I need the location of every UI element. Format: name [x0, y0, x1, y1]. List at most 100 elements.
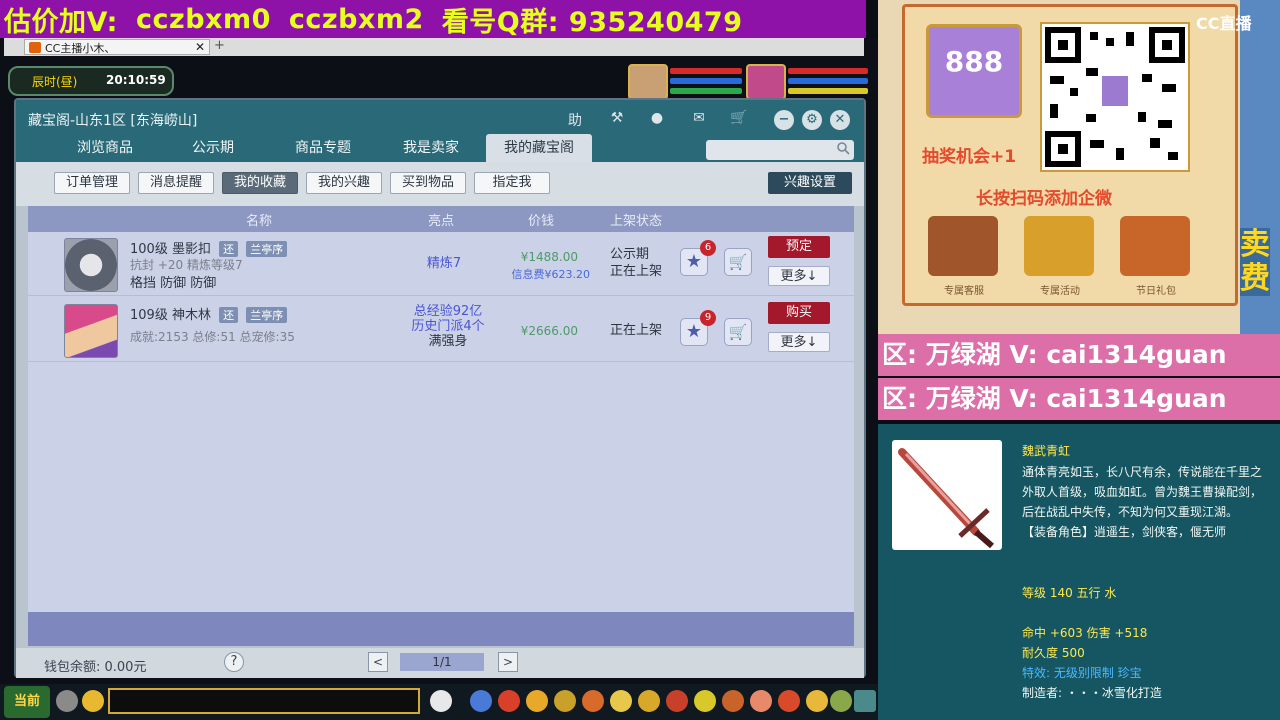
guild-icon[interactable]	[610, 690, 632, 712]
event-icon[interactable]	[1024, 216, 1094, 276]
tab-public[interactable]: 公示期	[168, 134, 258, 162]
more-button[interactable]: 更多↓	[768, 266, 830, 286]
pet-avatar[interactable]	[628, 64, 668, 100]
cart-icon[interactable]: 🛒	[724, 248, 752, 276]
item-maker: 制造者: ・・・冰雪化打造	[1022, 686, 1162, 700]
item-highlight[interactable]: 精炼7	[408, 256, 480, 271]
col-price: 价钱	[528, 214, 555, 229]
server-badge: 兰亭序	[246, 241, 288, 257]
tab-my-pavilion[interactable]: 我的藏宝阁	[486, 134, 592, 162]
channel-button[interactable]: 当前	[4, 686, 50, 718]
treasure-pavilion-window: 藏宝阁-山东1区 [东海崂山] 助 ⚒ ● ✉ 🛒 − ⚙ ✕ 浏览商品 公示期…	[14, 98, 866, 678]
anger-bar	[788, 88, 868, 94]
browser-tab-label: CC主播小木、	[45, 42, 116, 55]
qr-code[interactable]	[1040, 22, 1190, 172]
chevron-left-icon[interactable]: <	[368, 652, 388, 672]
item-stats: 成就:2153 总修:51 总宠修:35	[130, 330, 295, 344]
item-tooltip: 魏武青虹 通体青亮如玉，长八尺有余，传说能在千里之外取人首级，吸血如虹。曾为魏王…	[878, 424, 1280, 720]
favorites-table: 名称 亮点 价钱 上架状态 100级 墨影扣 还 兰亭序 抗封 +20 精炼等级…	[28, 206, 854, 646]
trade-icon[interactable]	[554, 690, 576, 712]
interest-settings-button[interactable]: 兴趣设置	[768, 172, 852, 194]
item-highlight[interactable]: 总经验92亿	[398, 304, 498, 319]
emoji-icon[interactable]	[82, 690, 104, 712]
qr-code-graphic	[1045, 27, 1185, 167]
settings-icon[interactable]	[854, 690, 876, 712]
app-icon	[29, 42, 41, 53]
close-icon[interactable]: ✕	[195, 40, 205, 54]
item-name: 100级 墨影扣	[130, 242, 211, 257]
cart-icon[interactable]: 🛒	[724, 318, 752, 346]
microphone-icon[interactable]	[56, 690, 78, 712]
character-avatar	[64, 304, 118, 358]
search-icon[interactable]	[836, 141, 850, 155]
subtab-purchased[interactable]: 买到物品	[390, 172, 466, 194]
search-input[interactable]	[706, 140, 854, 160]
sell-text: 卖费	[1240, 227, 1270, 296]
activity-icon[interactable]	[750, 690, 772, 712]
settings-button[interactable]: ⚙	[802, 110, 822, 130]
chevron-right-icon[interactable]: >	[498, 652, 518, 672]
help-icon[interactable]: ?	[224, 652, 244, 672]
quest-icon[interactable]	[638, 690, 660, 712]
service-icon[interactable]	[928, 216, 998, 276]
plus-icon[interactable]: +	[214, 38, 225, 53]
close-button[interactable]: ✕	[830, 110, 850, 130]
promo-number: 888	[944, 45, 1004, 78]
table-row[interactable]: 109级 神木林 还 兰亭序 成就:2153 总修:51 总宠修:35 总经验9…	[28, 298, 854, 362]
item-title: 魏武青虹	[1022, 444, 1071, 458]
item-attrs: 格挡 防御 防御	[130, 276, 217, 291]
pet-icon[interactable]	[430, 690, 452, 712]
party-portraits	[626, 64, 874, 102]
contact-banner: 区: 万绿湖 V: cai1314guan	[878, 378, 1280, 420]
subtab-designated[interactable]: 指定我	[474, 172, 550, 194]
hammer-icon[interactable]: ⚒	[606, 110, 628, 130]
record-icon[interactable]: ●	[646, 110, 668, 130]
more-button[interactable]: 更多↓	[768, 332, 830, 352]
item-highlight[interactable]: 历史门派4个	[398, 319, 498, 334]
tab-seller[interactable]: 我是卖家	[386, 134, 476, 162]
subtab-interests[interactable]: 我的兴趣	[306, 172, 382, 194]
item-icon[interactable]	[498, 690, 520, 712]
contact-banner: 区: 万绿湖 V: cai1314guan	[878, 334, 1280, 376]
browser-tabbar: CC主播小木、 ✕ +	[4, 38, 864, 56]
col-status: 上架状态	[610, 214, 663, 229]
item-lore: 通体青亮如玉，长八尺有余，传说能在千里之外取人首级，吸血如虹。曾为魏王曹操配剑，…	[1022, 465, 1263, 519]
item-description: 通体青亮如玉，长八尺有余，传说能在千里之外取人首级，吸血如虹。曾为魏王曹操配剑，…	[1022, 462, 1272, 542]
col-highlight: 亮点	[428, 214, 455, 229]
hp-bar	[670, 68, 742, 74]
subtab-favorites[interactable]: 我的收藏	[222, 172, 298, 194]
skills-icon[interactable]	[694, 690, 716, 712]
smile-icon[interactable]	[806, 690, 828, 712]
mail-icon[interactable]	[722, 690, 744, 712]
subtab-orders[interactable]: 订单管理	[54, 172, 130, 194]
item-name-row: 100级 墨影扣 还 兰亭序	[130, 238, 288, 257]
cart-icon[interactable]: 🛒	[728, 110, 750, 130]
promo-banner: 估价加V: cczbxm0 cczbxm2 看号Q群: 935240479	[0, 0, 866, 38]
item-name-row: 109级 神木林 还 兰亭序	[130, 304, 288, 323]
tab-topics[interactable]: 商品专题	[278, 134, 368, 162]
attack-icon[interactable]	[470, 690, 492, 712]
system-icon[interactable]	[830, 690, 852, 712]
buy-button[interactable]: 购买	[768, 302, 830, 324]
subtab-bar: 订单管理 消息提醒 我的收藏 我的兴趣 买到物品 指定我	[16, 162, 864, 206]
minimize-button[interactable]: −	[774, 110, 794, 130]
window-title: 藏宝阁-山东1区 [东海崂山]	[28, 113, 198, 129]
item-price: ¥2666.00	[520, 324, 578, 338]
browser-tab[interactable]: CC主播小木、 ✕	[24, 39, 210, 55]
exp-bar	[670, 88, 742, 94]
chat-input[interactable]	[108, 688, 420, 714]
item-status: 正在上架	[610, 323, 663, 338]
team-icon[interactable]	[582, 690, 604, 712]
table-row[interactable]: 100级 墨影扣 还 兰亭序 抗封 +20 精炼等级7 格挡 防御 防御 精炼7…	[28, 232, 854, 296]
shop-icon[interactable]	[778, 690, 800, 712]
chat-icon[interactable]: ✉	[688, 110, 710, 130]
help-button[interactable]: 助	[564, 110, 586, 130]
window-header: 藏宝阁-山东1区 [东海崂山] 助 ⚒ ● ✉ 🛒 − ⚙ ✕ 浏览商品 公示期…	[16, 100, 864, 162]
reserve-button[interactable]: 预定	[768, 236, 830, 258]
give-icon[interactable]	[526, 690, 548, 712]
player-avatar[interactable]	[746, 64, 786, 100]
subtab-messages[interactable]: 消息提醒	[138, 172, 214, 194]
friends-icon[interactable]	[666, 690, 688, 712]
gift-icon[interactable]	[1120, 216, 1190, 276]
tab-browse[interactable]: 浏览商品	[60, 134, 150, 162]
